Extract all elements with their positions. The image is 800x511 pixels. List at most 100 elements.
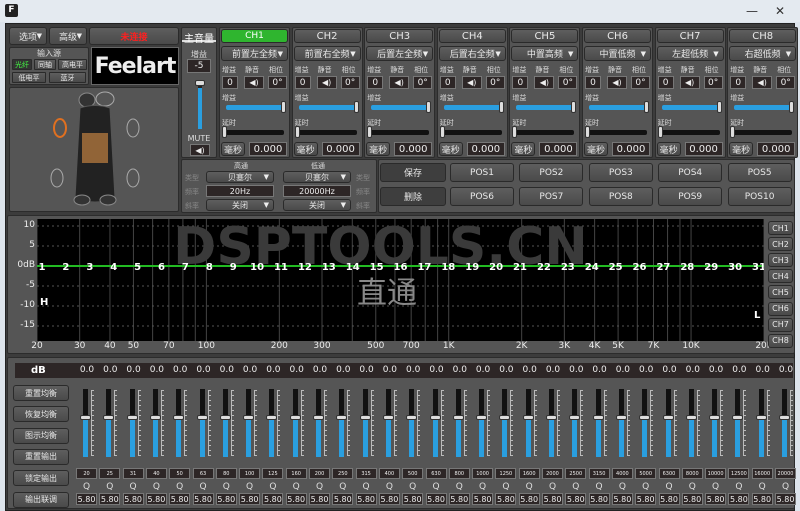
channel-select-button-1[interactable]: CH1 [221, 29, 288, 43]
band-frequency[interactable]: 50 [169, 468, 191, 479]
preset-pos10[interactable]: POS10 [727, 187, 792, 206]
phase-value[interactable]: 0° [340, 76, 360, 89]
channel-gain-value[interactable]: 0 [512, 76, 529, 89]
gain-slider-track[interactable] [226, 105, 284, 110]
band-slider-handle[interactable] [406, 415, 418, 420]
band-frequency[interactable]: 2500 [565, 468, 587, 479]
band-q-value[interactable]: 5.80 [518, 493, 540, 505]
graph-channel-button-8[interactable]: CH8 [768, 333, 793, 348]
band-q-value[interactable]: 5.80 [355, 493, 377, 505]
preset-pos8[interactable]: POS8 [588, 187, 653, 206]
car-speaker-diagram[interactable] [10, 88, 180, 213]
highpass-slope-dropdown[interactable]: 关闭 [206, 199, 274, 211]
minimize-button[interactable]: — [740, 2, 764, 20]
band-frequency[interactable]: 40 [145, 468, 167, 479]
phase-value[interactable]: 0° [776, 76, 796, 89]
highpass-type-dropdown[interactable]: 贝塞尔 [206, 171, 274, 183]
delay-slider-handle[interactable] [367, 126, 373, 138]
eq-button-0[interactable]: 重置均衡 [13, 385, 69, 401]
gain-slider-track[interactable] [734, 105, 793, 110]
delay-slider-handle[interactable] [512, 126, 518, 138]
band-slider-handle[interactable] [313, 415, 324, 420]
band-frequency[interactable]: 800 [448, 468, 470, 479]
band-frequency[interactable]: 3150 [588, 468, 610, 479]
band-frequency[interactable]: 200 [309, 468, 330, 479]
input-source-1[interactable]: 同轴 [34, 59, 56, 70]
band-q-value[interactable]: 5.80 [262, 493, 284, 505]
band-q-value[interactable]: 5.80 [472, 493, 494, 505]
band-slider-handle[interactable] [615, 415, 627, 420]
band-q-value[interactable]: 5.80 [215, 493, 237, 505]
band-slider-handle[interactable] [196, 415, 208, 420]
graph-channel-button-3[interactable]: CH3 [768, 253, 793, 268]
channel-select-button-2[interactable]: CH2 [293, 29, 361, 43]
delay-unit-button[interactable]: 毫秒 [366, 142, 391, 156]
channel-gain-value[interactable]: 0 [294, 76, 311, 89]
gain-slider-track[interactable] [589, 105, 647, 110]
band-frequency[interactable]: 400 [378, 468, 400, 479]
gain-slider-handle[interactable] [571, 101, 577, 113]
gain-slider-handle[interactable] [789, 101, 795, 113]
phase-value[interactable]: 0° [413, 76, 433, 89]
delay-slider-track[interactable] [587, 130, 647, 135]
band-q-value[interactable]: 5.80 [76, 493, 97, 505]
master-mute-button[interactable]: ◀) [190, 144, 210, 156]
preset-pos5[interactable]: POS5 [727, 163, 792, 182]
delay-value[interactable]: 0.000 [612, 142, 650, 156]
channel-type-dropdown-3[interactable]: 后置左全频 [366, 46, 434, 61]
lowpass-slope-dropdown[interactable]: 关闭 [283, 199, 351, 211]
mute-toggle-button[interactable]: ◀) [679, 76, 700, 89]
delay-value[interactable]: 0.000 [394, 142, 433, 156]
delay-slider-track[interactable] [224, 130, 284, 135]
gain-slider-track[interactable] [661, 105, 720, 110]
phase-value[interactable]: 0° [485, 76, 505, 89]
band-slider-handle[interactable] [476, 415, 488, 420]
band-slider-handle[interactable] [173, 415, 185, 420]
band-slider-handle[interactable] [382, 415, 394, 420]
band-q-value[interactable]: 5.80 [495, 493, 517, 505]
gain-slider-track[interactable] [298, 105, 357, 110]
delay-unit-button[interactable]: 毫秒 [511, 142, 536, 156]
save-preset-button[interactable]: 保存 [380, 163, 446, 182]
eq-button-3[interactable]: 重置输出 [13, 448, 69, 465]
band-slider-handle[interactable] [522, 415, 534, 420]
mute-toggle-button[interactable]: ◀) [534, 76, 555, 89]
band-slider-handle[interactable] [149, 415, 161, 420]
band-slider-handle[interactable] [639, 415, 651, 420]
delay-slider-track[interactable] [441, 130, 502, 135]
band-q-value[interactable]: 5.80 [192, 493, 214, 505]
band-frequency[interactable]: 2000 [542, 468, 563, 479]
advanced-menu-button[interactable]: 高级 [49, 27, 87, 45]
gain-slider-handle[interactable] [716, 101, 722, 113]
mute-toggle-button[interactable]: ◀) [461, 76, 482, 89]
delay-value[interactable]: 0.000 [249, 142, 287, 156]
band-q-value[interactable]: 5.80 [658, 493, 680, 505]
channel-select-button-7[interactable]: CH7 [656, 29, 724, 43]
delay-value[interactable]: 0.000 [539, 142, 578, 156]
phase-value[interactable]: 0° [703, 76, 723, 89]
lowpass-frequency-input[interactable]: 20000Hz [283, 185, 351, 197]
band-slider-handle[interactable] [685, 415, 697, 420]
graph-channel-button-5[interactable]: CH5 [768, 285, 793, 300]
delay-slider-handle[interactable] [439, 126, 445, 138]
band-frequency[interactable]: 4000 [611, 468, 633, 479]
delay-value[interactable]: 0.000 [466, 142, 505, 156]
phase-value[interactable]: 0° [268, 76, 287, 89]
channel-type-dropdown-2[interactable]: 前置右全频 [293, 46, 361, 61]
band-slider-handle[interactable] [219, 415, 231, 420]
master-gain-value[interactable]: -5 [187, 59, 211, 73]
delay-slider-track[interactable] [659, 130, 720, 135]
band-slider-handle[interactable] [452, 415, 464, 420]
input-source-3[interactable]: 低电平 [12, 72, 46, 83]
gain-slider-handle[interactable] [281, 101, 286, 113]
delay-slider-handle[interactable] [294, 126, 300, 138]
band-q-value[interactable]: 5.80 [378, 493, 400, 505]
preset-pos7[interactable]: POS7 [519, 187, 584, 206]
band-q-value[interactable]: 5.80 [122, 493, 144, 505]
band-frequency[interactable]: 8000 [681, 468, 703, 479]
channel-type-dropdown-1[interactable]: 前置左全频 [221, 46, 288, 61]
band-q-value[interactable]: 5.80 [728, 493, 750, 505]
delay-slider-handle[interactable] [585, 126, 590, 138]
delay-slider-track[interactable] [514, 130, 575, 135]
band-q-value[interactable]: 5.80 [285, 493, 307, 505]
